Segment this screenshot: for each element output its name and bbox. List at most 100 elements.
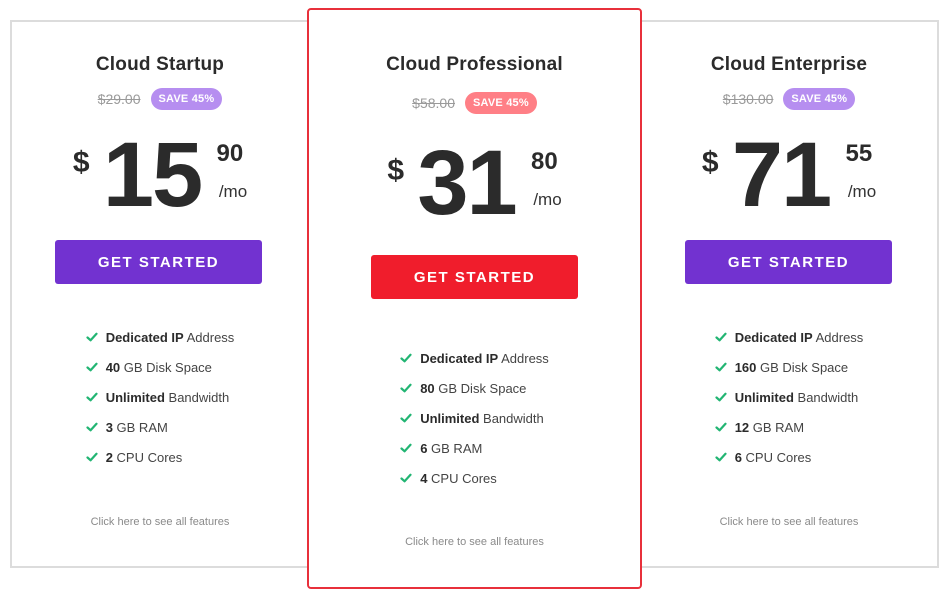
- feature-detail: Bandwidth: [164, 389, 230, 405]
- price-currency: $: [72, 146, 90, 179]
- save-badge: SAVE 45%: [783, 88, 856, 110]
- plan-title: Cloud Startup: [95, 54, 225, 75]
- see-all-features-link[interactable]: Click here to see all features: [12, 516, 308, 528]
- feature-highlight: Unlimited: [105, 389, 165, 405]
- see-all-features-link[interactable]: Click here to see all features: [309, 536, 640, 548]
- feature-highlight: 6: [734, 449, 742, 465]
- feature-item: 3 GB RAM: [86, 412, 235, 442]
- price-currency: $: [701, 146, 719, 179]
- feature-item: Unlimited Bandwidth: [400, 403, 549, 433]
- feature-highlight: Dedicated IP: [105, 329, 184, 345]
- discount-row: $130.00 SAVE 45%: [641, 88, 937, 110]
- feature-text: Unlimited Bandwidth: [106, 390, 230, 405]
- feature-item: 80 GB Disk Space: [400, 373, 549, 403]
- feature-highlight: 2: [105, 449, 113, 465]
- feature-detail: CPU Cores: [741, 449, 812, 465]
- feature-highlight: 12: [734, 419, 750, 435]
- plan-title: Cloud Professional: [386, 54, 563, 75]
- feature-text: Dedicated IP Address: [420, 351, 549, 366]
- feature-detail: Address: [812, 329, 864, 345]
- feature-item: 12 GB RAM: [715, 412, 864, 442]
- price-cents: 55: [845, 140, 873, 167]
- feature-text: 4 CPU Cores: [420, 471, 497, 486]
- feature-detail: GB RAM: [749, 419, 805, 435]
- checkmark-icon: [715, 332, 727, 342]
- price: $ 71 55 /mo: [641, 129, 937, 221]
- feature-text: 6 GB RAM: [420, 441, 482, 456]
- feature-text: 12 GB RAM: [735, 420, 804, 435]
- checkmark-icon: [400, 473, 412, 483]
- get-started-button[interactable]: GET STARTED: [55, 240, 262, 284]
- feature-list: Dedicated IP Address 160 GB Disk Space Unl…: [641, 322, 937, 472]
- price-amount: 31: [417, 132, 517, 234]
- checkmark-icon: [86, 362, 98, 372]
- feature-highlight: 80: [420, 380, 435, 396]
- feature-item: 160 GB Disk Space: [715, 352, 864, 382]
- feature-list: Dedicated IP Address 40 GB Disk Space Unli…: [12, 322, 308, 472]
- feature-highlight: Unlimited: [734, 389, 794, 405]
- price-amount: 15: [102, 124, 203, 226]
- checkmark-icon: [86, 332, 98, 342]
- feature-text: Dedicated IP Address: [735, 330, 864, 345]
- checkmark-icon: [715, 362, 727, 372]
- price: $ 31 80 /mo: [309, 137, 640, 229]
- feature-detail: GB Disk Space: [434, 380, 527, 396]
- old-price: $29.00: [97, 91, 141, 107]
- feature-text: Unlimited Bandwidth: [420, 411, 544, 426]
- feature-item: Dedicated IP Address: [715, 322, 864, 352]
- feature-highlight: 40: [105, 359, 121, 375]
- discount-row: $29.00 SAVE 45%: [12, 88, 308, 110]
- checkmark-icon: [86, 392, 98, 402]
- feature-item: 6 CPU Cores: [715, 442, 864, 472]
- feature-detail: CPU Cores: [112, 449, 183, 465]
- feature-detail: GB RAM: [112, 419, 168, 435]
- feature-highlight: Dedicated IP: [734, 329, 813, 345]
- checkmark-icon: [400, 353, 412, 363]
- plan-card-startup: Cloud Startup $29.00 SAVE 45% $ 15 90 /m…: [10, 20, 308, 568]
- plan-title: Cloud Enterprise: [710, 54, 868, 75]
- old-price: $130.00: [722, 91, 774, 107]
- checkmark-icon: [400, 383, 412, 393]
- feature-text: 6 CPU Cores: [735, 450, 812, 465]
- feature-text: 80 GB Disk Space: [420, 381, 526, 396]
- save-badge: SAVE 45%: [150, 88, 223, 110]
- checkmark-icon: [400, 413, 412, 423]
- feature-detail: GB Disk Space: [120, 359, 212, 375]
- price-cents: 80: [530, 148, 558, 175]
- see-all-features-link[interactable]: Click here to see all features: [641, 516, 937, 528]
- feature-text: 40 GB Disk Space: [106, 360, 212, 375]
- feature-highlight: Dedicated IP: [420, 350, 499, 366]
- feature-detail: GB Disk Space: [756, 359, 849, 375]
- price: $ 15 90 /mo: [12, 129, 308, 221]
- feature-highlight: Unlimited: [420, 410, 480, 426]
- get-started-button[interactable]: GET STARTED: [685, 240, 892, 284]
- get-started-button[interactable]: GET STARTED: [371, 255, 578, 299]
- checkmark-icon: [86, 422, 98, 432]
- feature-detail: Address: [498, 350, 549, 366]
- plan-card-enterprise: Cloud Enterprise $130.00 SAVE 45% $ 71 5…: [641, 20, 939, 568]
- feature-text: Dedicated IP Address: [106, 330, 235, 345]
- feature-item: Unlimited Bandwidth: [715, 382, 864, 412]
- feature-item: 4 CPU Cores: [400, 463, 549, 493]
- price-period: /mo: [847, 182, 877, 201]
- feature-list: Dedicated IP Address 80 GB Disk Space Unli…: [309, 343, 640, 493]
- plan-card-professional: Cloud Professional $58.00 SAVE 45% $ 31 …: [307, 8, 642, 589]
- checkmark-icon: [715, 452, 727, 462]
- old-price: $58.00: [412, 95, 455, 111]
- feature-detail: Bandwidth: [479, 410, 544, 426]
- feature-text: 3 GB RAM: [106, 420, 168, 435]
- price-amount: 71: [731, 124, 832, 226]
- feature-text: Unlimited Bandwidth: [735, 390, 859, 405]
- feature-item: 40 GB Disk Space: [86, 352, 235, 382]
- save-badge: SAVE 45%: [465, 92, 537, 114]
- feature-detail: Bandwidth: [793, 389, 859, 405]
- feature-detail: Address: [183, 329, 235, 345]
- feature-highlight: 160: [734, 359, 757, 375]
- feature-highlight: 3: [105, 419, 113, 435]
- checkmark-icon: [86, 452, 98, 462]
- discount-row: $58.00 SAVE 45%: [309, 92, 640, 114]
- feature-detail: CPU Cores: [427, 470, 497, 486]
- feature-detail: GB RAM: [427, 440, 483, 456]
- feature-item: Dedicated IP Address: [400, 343, 549, 373]
- checkmark-icon: [400, 443, 412, 453]
